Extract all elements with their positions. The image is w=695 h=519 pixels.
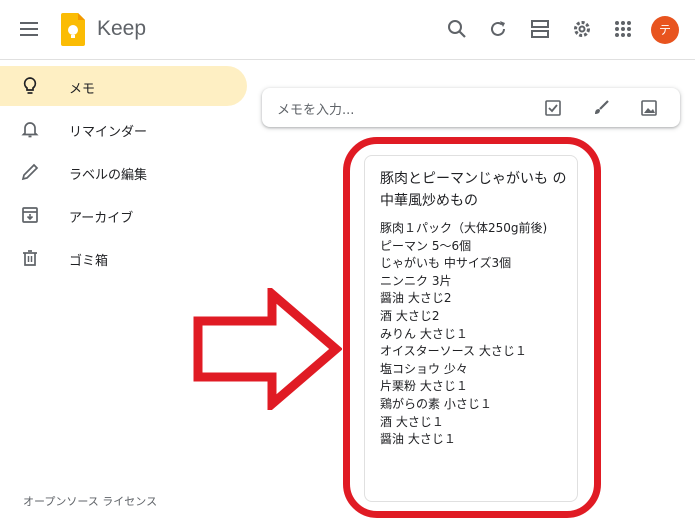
trash-icon xyxy=(23,250,37,266)
menu-icon[interactable] xyxy=(20,22,38,36)
avatar[interactable]: テ xyxy=(651,16,679,44)
refresh-icon[interactable] xyxy=(487,18,509,40)
note-line: 豚肉１パック（大体250g前後) xyxy=(380,221,548,235)
archive-icon xyxy=(22,207,38,223)
keep-logo-icon[interactable] xyxy=(61,13,85,46)
image-icon[interactable] xyxy=(639,98,659,118)
sidebar-item-label: ラベルの編集 xyxy=(69,168,148,183)
note-line: ニンニク 3片 xyxy=(380,273,452,288)
checkbox-icon[interactable] xyxy=(543,98,563,118)
note-line: 片栗粉 大さじ１ xyxy=(380,379,468,394)
note-line: 酒 大さじ１ xyxy=(380,414,444,429)
note-line: 醤油 大さじ１ xyxy=(380,432,456,447)
list-view-icon[interactable] xyxy=(529,18,551,40)
note-line: じゃがいも 中サイズ3個 xyxy=(380,256,512,271)
sidebar-item-memo[interactable]: メモ xyxy=(0,66,247,106)
note-body: 豚肉１パック（大体250g前後) ピーマン 5～6個 じゃがいも 中サイズ3個 … xyxy=(380,220,547,449)
app-title: Keep xyxy=(97,17,147,40)
brush-icon[interactable] xyxy=(591,98,611,118)
open-source-license-link[interactable]: オープンソース ライセンス xyxy=(23,493,157,509)
sidebar-item-label: メモ xyxy=(69,82,96,97)
note-line: 鶏がらの素 小さじ１ xyxy=(380,396,492,411)
note-line: 塩コショウ 少々 xyxy=(380,361,468,376)
note-line: 醤油 大さじ2 xyxy=(380,291,452,306)
search-icon[interactable] xyxy=(446,18,468,40)
sidebar-item-trash[interactable]: ゴミ箱 xyxy=(0,238,247,278)
right-arrow-icon xyxy=(193,288,342,410)
note-card[interactable]: 豚肉とピーマンじゃがいも の中華風炒めもの 豚肉１パック（大体250g前後) ピ… xyxy=(364,155,578,502)
take-note-input[interactable]: メモを入力... xyxy=(262,88,680,127)
note-line: みりん 大さじ１ xyxy=(380,326,468,341)
note-title: 豚肉とピーマンじゃがいも の中華風炒めもの xyxy=(380,171,567,209)
apps-grid-icon[interactable] xyxy=(612,18,634,40)
note-line: オイスターソース 大さじ１ xyxy=(380,344,527,359)
note-line: 酒 大さじ2 xyxy=(380,308,440,323)
pencil-icon xyxy=(21,163,39,181)
sidebar-item-label: ゴミ箱 xyxy=(69,254,109,269)
settings-icon[interactable] xyxy=(571,18,593,40)
lightbulb-icon xyxy=(23,77,37,94)
top-bar: Keep テ xyxy=(0,0,695,60)
sidebar-item-reminders[interactable]: リマインダー xyxy=(0,109,247,149)
sidebar-item-archive[interactable]: アーカイブ xyxy=(0,195,247,235)
note-line: ピーマン 5～6個 xyxy=(380,238,472,253)
sidebar-item-label: リマインダー xyxy=(69,125,148,140)
sidebar-item-label: アーカイブ xyxy=(69,211,134,226)
note-input-placeholder: メモを入力... xyxy=(277,103,355,118)
bell-icon xyxy=(21,122,39,138)
sidebar-item-edit-labels[interactable]: ラベルの編集 xyxy=(0,152,247,192)
